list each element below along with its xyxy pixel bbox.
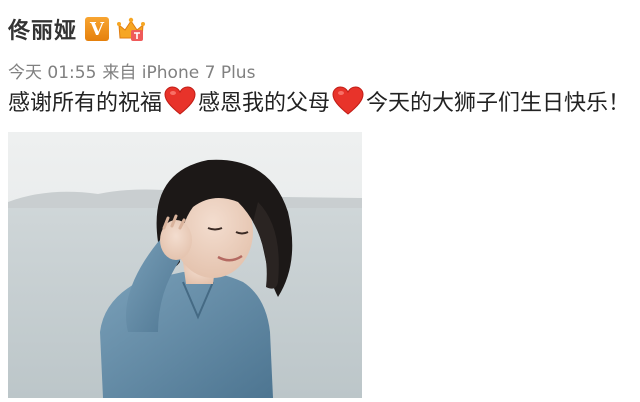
- post-text-part1: 感谢所有的祝福: [8, 91, 163, 116]
- post-text-part2: 感恩我的父母: [198, 91, 331, 116]
- post-header: 佟丽娅 V: [8, 12, 146, 46]
- red-heart-icon: [163, 84, 197, 118]
- weibo-post: 佟丽娅 V 今天 01:55 来自 iPhone 7 Plus 感谢所有的祝福 …: [0, 0, 640, 402]
- post-text-part3: 今天的大狮子们生日快乐！: [366, 91, 631, 116]
- verified-v-icon[interactable]: V: [85, 17, 110, 41]
- post-meta: 今天 01:55 来自 iPhone 7 Plus: [8, 58, 255, 83]
- username[interactable]: 佟丽娅: [8, 13, 77, 45]
- post-time[interactable]: 今天 01:55: [8, 58, 96, 83]
- crown-member-icon[interactable]: [117, 15, 146, 43]
- post-text: 感谢所有的祝福 感恩我的父母 今天的大狮子们生日快乐！: [8, 84, 630, 118]
- red-heart-icon: [331, 84, 365, 118]
- photo-illustration: [8, 132, 362, 398]
- post-photo[interactable]: [8, 132, 362, 398]
- post-source: 来自 iPhone 7 Plus: [102, 63, 256, 83]
